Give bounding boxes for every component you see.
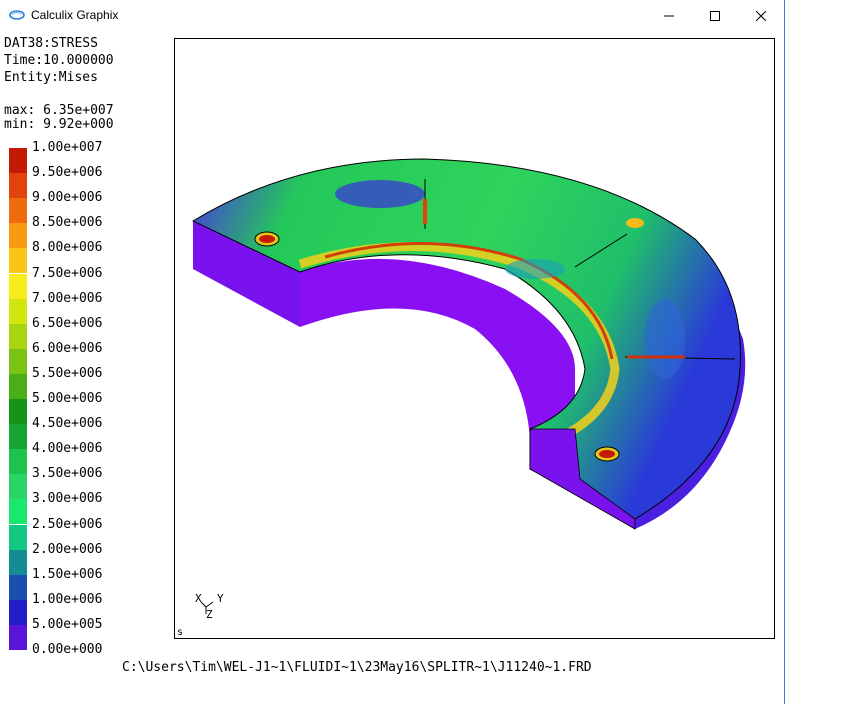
min-label: min: 9.92e+000 bbox=[4, 117, 114, 132]
legend-swatch bbox=[9, 298, 27, 324]
legend-swatch bbox=[9, 499, 27, 525]
legend-label: 6.00e+006 bbox=[32, 340, 103, 356]
minimize-button[interactable] bbox=[646, 0, 692, 31]
maximize-button[interactable] bbox=[692, 0, 738, 31]
legend-swatch bbox=[9, 373, 27, 399]
axis-triad: X Y Z bbox=[195, 592, 224, 621]
legend-label: 1.00e+007 bbox=[32, 140, 103, 155]
legend-swatch bbox=[9, 424, 27, 450]
legend-label: 9.50e+006 bbox=[32, 165, 103, 181]
legend-swatch bbox=[9, 273, 27, 299]
minimize-icon bbox=[664, 15, 674, 16]
legend-label: 2.00e+006 bbox=[32, 541, 103, 557]
legend-label: 4.50e+006 bbox=[32, 416, 103, 432]
legend-swatch bbox=[9, 399, 27, 425]
legend-label: 8.50e+006 bbox=[32, 215, 103, 231]
legend-label: 7.50e+006 bbox=[32, 265, 103, 281]
legend-swatch bbox=[9, 198, 27, 224]
legend-swatch bbox=[9, 599, 27, 625]
svg-text:X: X bbox=[195, 592, 202, 605]
legend-swatch bbox=[9, 173, 27, 199]
window-title: Calculix Graphix bbox=[31, 8, 119, 22]
legend-swatch bbox=[9, 449, 27, 475]
close-icon bbox=[756, 10, 766, 21]
legend-swatch bbox=[9, 524, 27, 550]
legend-swatch bbox=[9, 323, 27, 349]
viewport-corner-label: s bbox=[177, 627, 184, 638]
legend-label: 2.50e+006 bbox=[32, 516, 103, 532]
legend-label: 8.00e+006 bbox=[32, 240, 103, 256]
file-path: C:\Users\Tim\WEL-J1~1\FLUIDI~1\23May16\S… bbox=[122, 660, 592, 675]
legend-swatch bbox=[9, 148, 27, 174]
legend-label: 7.00e+006 bbox=[32, 290, 103, 306]
stress-plot-model[interactable]: X Y Z bbox=[175, 39, 775, 639]
legend-label: 5.50e+006 bbox=[32, 365, 103, 381]
legend-swatch bbox=[9, 223, 27, 249]
legend-label: 5.00e+006 bbox=[32, 391, 103, 406]
calculix-window: Calculix Graphix DAT38:STRESS Time:10.00… bbox=[0, 0, 785, 704]
legend-swatch bbox=[9, 549, 27, 575]
maximize-icon bbox=[710, 10, 720, 21]
legend-label: 4.00e+006 bbox=[32, 441, 103, 457]
legend-label: 9.00e+006 bbox=[32, 190, 103, 206]
svg-text:Y: Y bbox=[217, 592, 224, 605]
legend-swatch bbox=[9, 248, 27, 274]
legend-label: 0.00e+000 bbox=[32, 642, 103, 657]
legend-entry: 0.00e+000 bbox=[9, 642, 129, 675]
legend-swatch bbox=[9, 574, 27, 600]
legend-swatch bbox=[9, 348, 27, 374]
legend-label: 1.50e+006 bbox=[32, 566, 103, 582]
legend-label: 3.00e+006 bbox=[32, 491, 103, 507]
entity-label: Entity:Mises bbox=[4, 70, 98, 85]
3d-viewport[interactable]: X Y Z s bbox=[174, 38, 775, 639]
legend-label: 5.00e+005 bbox=[32, 616, 103, 632]
title-bar[interactable]: Calculix Graphix bbox=[0, 0, 784, 31]
svg-text:Z: Z bbox=[206, 608, 213, 621]
legend-label: 6.50e+006 bbox=[32, 315, 103, 331]
dataset-label: DAT38:STRESS bbox=[4, 36, 98, 51]
legend-swatch bbox=[9, 474, 27, 500]
legend-label: 3.50e+006 bbox=[32, 466, 103, 482]
close-button[interactable] bbox=[738, 0, 784, 31]
legend-label: 1.00e+006 bbox=[32, 591, 103, 607]
legend-swatch bbox=[9, 624, 27, 650]
time-label: Time:10.000000 bbox=[4, 53, 114, 68]
calculix-app-icon bbox=[9, 10, 25, 20]
